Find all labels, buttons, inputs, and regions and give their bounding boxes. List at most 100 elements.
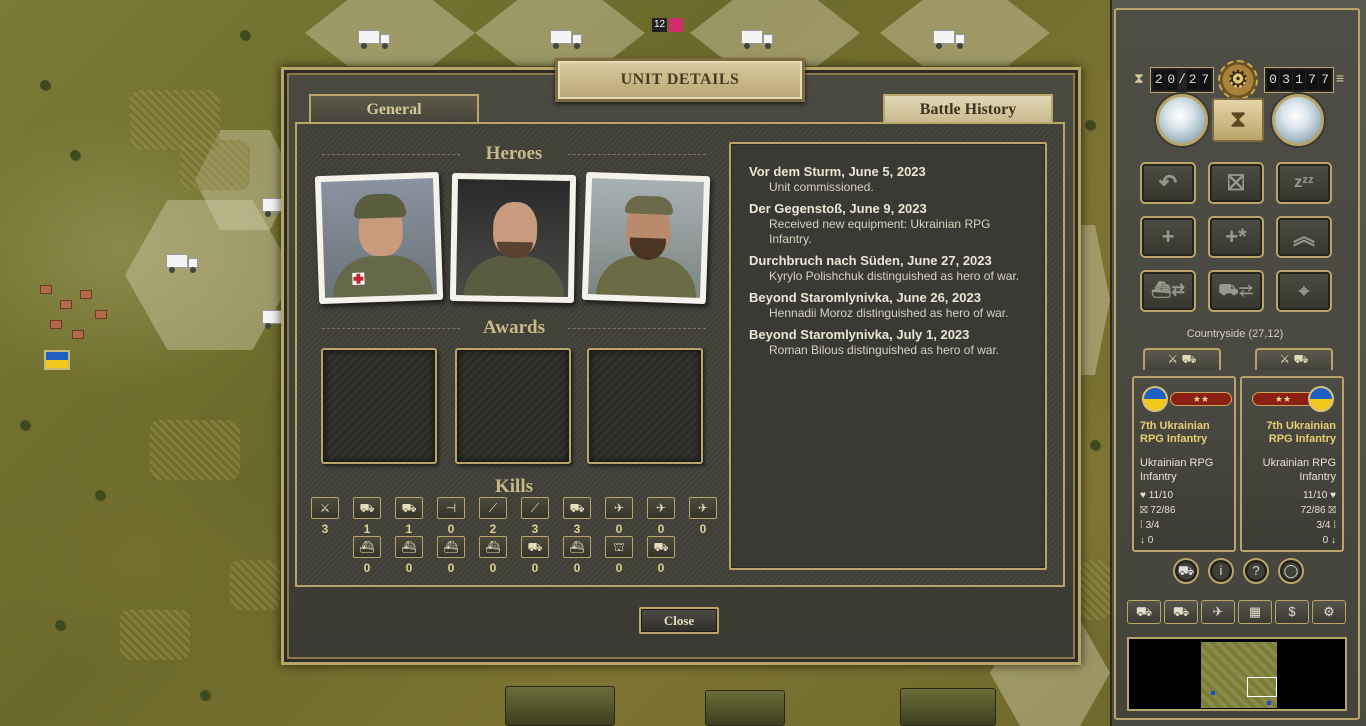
map-tree — [20, 420, 30, 430]
unit-entrench-stat: ↓ 0 — [1134, 535, 1234, 547]
landing-craft-icon: ⛴ — [563, 536, 591, 558]
purchase-ground-button[interactable]: ⛟ — [1127, 600, 1161, 624]
unit-card-left[interactable]: ★★ 7th Ukrainian RPG Infantry Ukrainian … — [1132, 376, 1236, 552]
turn-digit: 7 — [1199, 70, 1211, 90]
hero-photo[interactable] — [449, 172, 577, 304]
elite-reinforce-button[interactable]: +* — [1208, 216, 1264, 258]
tank-icon: ⛟ — [353, 497, 381, 519]
entrench-icon: ↓ — [1140, 535, 1145, 546]
prestige-counter: 0 3 1 7 7 — [1264, 67, 1334, 93]
awards-heading: Awards — [460, 317, 568, 339]
settings-gear-icon[interactable]: ⚙ — [1218, 60, 1258, 100]
history-entry-desc: Hennadii Moroz distinguished as hero of … — [769, 306, 1009, 320]
turn-separator: / — [1178, 72, 1186, 87]
strength-value: 11/10 — [1148, 490, 1174, 501]
train-icon: ⛟ — [647, 536, 675, 558]
history-entry-desc: Received new equipment: Ukrainian RPG In… — [769, 217, 991, 246]
undo-button[interactable]: ↶ — [1140, 162, 1196, 204]
unit-vehicle-button[interactable]: ⛟ — [1173, 558, 1199, 584]
strength-value: 11/10 — [1302, 490, 1328, 501]
map-field — [230, 560, 280, 610]
award-slot — [587, 348, 703, 464]
truck-icon[interactable] — [933, 30, 967, 49]
hero-photo[interactable] — [314, 171, 444, 305]
turn-digit: 2 — [1186, 70, 1199, 90]
unit-name: 7th Ukrainian RPG Infantry — [1140, 420, 1210, 445]
unit-type: Ukrainian RPG Infantry — [1262, 457, 1336, 483]
carrier-icon: ⛴ — [479, 536, 507, 558]
upgrade-button[interactable]: ︽ — [1276, 216, 1332, 258]
unit-info-button[interactable]: i — [1208, 558, 1234, 584]
prestige-digit: 7 — [1306, 70, 1318, 90]
ukraine-flag-icon — [44, 350, 70, 370]
kill-count: 3 — [573, 522, 581, 536]
kill-count: 0 — [657, 561, 665, 575]
tab-battle-history[interactable]: Battle History — [883, 94, 1053, 124]
target-button[interactable]: ⌖ — [1276, 270, 1332, 312]
grid-toggle-button[interactable]: ▦ — [1238, 600, 1272, 624]
village-house — [95, 310, 107, 319]
truck-icon[interactable] — [550, 30, 584, 49]
disband-button[interactable]: ⛝ — [1208, 162, 1264, 204]
map-tree — [40, 80, 50, 90]
map-unit-rocket-launcher[interactable] — [505, 686, 615, 726]
infantry-icon: ⚔ — [311, 497, 339, 519]
entrench-icon: ↓ — [1331, 535, 1336, 546]
map-unit-infantry[interactable] — [705, 690, 785, 726]
hero-photo[interactable] — [581, 171, 711, 305]
kill-count: 0 — [489, 561, 497, 575]
minimap-terrain — [1201, 642, 1277, 708]
submarine-icon: ⛴ — [353, 536, 381, 558]
prestige-digit: 0 — [1267, 70, 1279, 90]
chat-button[interactable]: ◯ — [1278, 558, 1304, 584]
history-entry-title: Der Gegenstoß, June 9, 2023 — [749, 201, 927, 216]
purchase-transport-button[interactable]: ⛟ — [1164, 600, 1198, 624]
destroyer-icon: ⛴ — [395, 536, 423, 558]
map-field — [1080, 560, 1110, 620]
truck-icon[interactable] — [166, 254, 200, 273]
embark-ship-button[interactable]: ⛴⇄ — [1140, 270, 1196, 312]
anti-tank-icon: ⊣ — [437, 497, 465, 519]
unit-strength-value: 12 — [652, 18, 668, 32]
weather-orb-left[interactable] — [1156, 94, 1208, 146]
ammo-value: 3/4 — [1316, 520, 1331, 531]
dialog-title: UNIT DETAILS — [555, 58, 805, 102]
heart-icon: ♥ — [1330, 490, 1336, 501]
unit-tab-left[interactable]: ⚔ ⛟ — [1143, 348, 1221, 370]
unit-name: 7th Ukrainian RPG Infantry — [1266, 420, 1336, 445]
kill-count: 0 — [657, 522, 665, 536]
minimap[interactable] — [1127, 637, 1347, 711]
unit-strength-stat: ♥ 11/10 — [1134, 490, 1234, 502]
history-entry: Beyond Staromlynivka, July 1, 2023 Roman… — [749, 327, 1027, 358]
ukraine-flag-icon — [1308, 386, 1334, 412]
heroes-heading: Heroes — [460, 143, 568, 165]
experience-value: 72/86 — [1300, 505, 1326, 516]
tab-general[interactable]: General — [309, 94, 479, 124]
capital-ship-icon: ⛴ — [437, 536, 465, 558]
close-button[interactable]: Close — [639, 607, 719, 634]
money-button[interactable]: $ — [1275, 600, 1309, 624]
truck-icon[interactable] — [741, 30, 775, 49]
options-gear-button[interactable]: ⚙ — [1312, 600, 1346, 624]
kill-count: 0 — [615, 561, 623, 575]
weather-orb-right[interactable] — [1272, 94, 1324, 146]
minimap-viewport[interactable] — [1247, 677, 1277, 697]
history-entry: Durchbruch nach Süden, June 27, 2023 Kyr… — [749, 253, 1027, 284]
mount-transport-button[interactable]: ⛟⇄ — [1208, 270, 1264, 312]
top-unit-strength-badge[interactable]: 12 — [652, 18, 690, 32]
sleep-button[interactable]: zᶻᶻ — [1276, 162, 1332, 204]
unit-tab-right[interactable]: ⚔ ⛟ — [1255, 348, 1333, 370]
map-hex-highlight — [690, 0, 860, 66]
map-unit-tank[interactable] — [900, 688, 996, 726]
purchase-air-button[interactable]: ✈ — [1201, 600, 1235, 624]
terrain-info-label: Countryside (27,12) — [1186, 328, 1284, 340]
reinforce-button[interactable]: + — [1140, 216, 1196, 258]
map-tree — [1090, 440, 1100, 450]
help-button[interactable]: ? — [1243, 558, 1269, 584]
history-entry: Der Gegenstoß, June 9, 2023 Received new… — [749, 201, 1027, 247]
end-turn-hourglass-button[interactable]: ⧗ — [1212, 98, 1264, 142]
unit-type-icon — [669, 18, 684, 32]
map-tree — [55, 620, 65, 630]
unit-card-right[interactable]: ★★ 7th Ukrainian RPG Infantry Ukrainian … — [1240, 376, 1344, 552]
truck-icon[interactable] — [358, 30, 392, 49]
